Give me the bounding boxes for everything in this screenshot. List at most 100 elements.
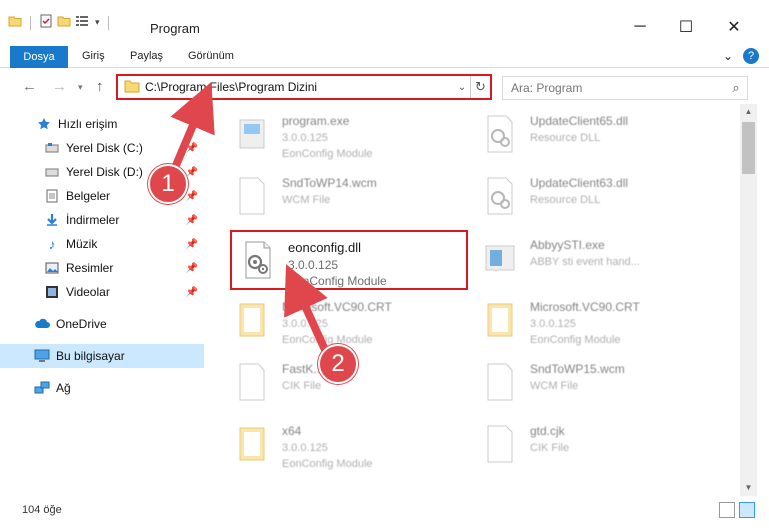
scroll-down-icon[interactable]: ▼	[740, 480, 757, 496]
back-arrow-icon[interactable]: ←	[22, 78, 37, 95]
title-bar: ▾ Program ─ ☐ ✕	[0, 0, 769, 42]
file-version: 3.0.0.125	[288, 258, 339, 272]
forward-arrow-icon[interactable]: →	[52, 78, 67, 95]
file-description: CIK File	[282, 380, 322, 392]
refresh-icon[interactable]: ↻	[470, 76, 490, 98]
file-item[interactable]: SndToWP15.wcm WCM File	[474, 354, 722, 414]
toolbar-separator	[107, 15, 109, 30]
download-icon	[44, 212, 60, 228]
dll-icon	[484, 176, 516, 216]
tab-home[interactable]: Giriş	[82, 44, 105, 68]
file-item[interactable]: Microsoft.VC90.CRT 3.0.0.125 EonConfig M…	[474, 292, 722, 352]
minimize-button[interactable]: ─	[617, 12, 663, 42]
star-icon	[36, 116, 52, 132]
generic-file-icon	[484, 424, 516, 464]
scrollbar-thumb[interactable]	[742, 122, 755, 174]
pin-icon[interactable]: 📌	[186, 215, 198, 226]
tab-view[interactable]: Görünüm	[188, 44, 234, 68]
search-input[interactable]	[503, 81, 725, 95]
generic-file-icon	[236, 176, 268, 216]
search-box[interactable]: ⌕	[502, 76, 748, 100]
manifest-icon	[484, 300, 516, 340]
file-item[interactable]: AbbyySTI.exe ABBY sti event hand...	[474, 230, 722, 290]
nav-item-disk-c[interactable]: Yerel Disk (C:) 📌	[0, 136, 204, 160]
details-view-icon[interactable]	[719, 502, 735, 518]
view-menu-icon[interactable]	[75, 14, 91, 31]
nav-item-this-pc[interactable]: Bu bilgisayar	[0, 344, 204, 368]
help-icon[interactable]: ?	[743, 48, 759, 64]
file-description: EonConfig Module	[288, 274, 387, 288]
navigation-bar: ← → ▾ ↑ C:\Program Files\Program Dizini …	[0, 72, 769, 102]
search-icon[interactable]: ⌕	[725, 80, 747, 96]
file-version: 3.0.0.125	[530, 318, 576, 330]
file-name: gtd.cjk	[530, 424, 565, 438]
pin-icon[interactable]: 📌	[186, 143, 198, 154]
nav-item-downloads[interactable]: İndirmeler 📌	[0, 208, 204, 232]
recent-locations-icon[interactable]: ▾	[78, 82, 83, 93]
nav-label: Hızlı erişim	[58, 117, 118, 131]
tab-file[interactable]: Dosya	[10, 46, 68, 68]
pin-icon[interactable]: 📌	[186, 263, 198, 274]
nav-item-music[interactable]: ♪ Müzik 📌	[0, 232, 204, 256]
file-description: EonConfig Module	[282, 148, 373, 160]
nav-label: Müzik	[66, 237, 98, 251]
dll-icon	[484, 114, 516, 154]
nav-item-onedrive[interactable]: OneDrive	[0, 312, 204, 336]
close-button[interactable]: ✕	[711, 12, 757, 42]
pin-icon[interactable]: 📌	[186, 239, 198, 250]
file-item[interactable]: program.exe 3.0.0.125 EonConfig Module	[226, 106, 474, 166]
scroll-up-icon[interactable]: ▲	[740, 104, 757, 120]
file-item[interactable]: x64 3.0.0.125 EonConfig Module	[226, 416, 474, 476]
address-path[interactable]: C:\Program Files\Program Dizini	[145, 80, 454, 94]
file-description: Resource DLL	[530, 194, 601, 206]
toolbar-separator	[30, 15, 31, 30]
nav-label: Yerel Disk (C:)	[66, 141, 143, 155]
exe-icon	[484, 238, 516, 278]
nav-item-network[interactable]: Ağ	[0, 376, 204, 400]
generic-file-icon	[236, 362, 268, 402]
tab-share[interactable]: Paylaş	[130, 44, 163, 68]
pin-icon[interactable]: 📌	[186, 191, 198, 202]
file-version: 3.0.0.125	[282, 442, 328, 454]
nav-item-videos[interactable]: Videolar 📌	[0, 280, 204, 304]
file-list: program.exe 3.0.0.125 EonConfig Module U…	[222, 104, 740, 496]
file-name: UpdateClient63.dll	[530, 176, 629, 190]
file-name: eonconfig.dll	[288, 240, 361, 255]
step-badge-1: 1	[148, 164, 188, 204]
pin-icon[interactable]: 📌	[186, 287, 198, 298]
address-bar[interactable]: C:\Program Files\Program Dizini ⌄ ↻	[116, 74, 492, 100]
file-description: EonConfig Module	[530, 334, 621, 346]
file-item[interactable]: SndToWP14.wcm WCM File	[226, 168, 474, 228]
file-description: EonConfig Module	[282, 334, 373, 346]
nav-label: Yerel Disk (D:)	[66, 165, 143, 179]
nav-label: Ağ	[56, 381, 71, 395]
item-count: 104 öğe	[22, 504, 62, 516]
nav-item-pictures[interactable]: Resimler 📌	[0, 256, 204, 280]
nav-quick-access[interactable]: Hızlı erişim	[0, 112, 204, 136]
customize-toolbar-icon[interactable]: ▾	[95, 17, 100, 28]
manifest-icon	[236, 424, 268, 464]
expand-ribbon-icon[interactable]: ⌄	[723, 49, 733, 63]
file-item[interactable]: UpdateClient65.dll Resource DLL	[474, 106, 722, 166]
file-name: Microsoft.VC90.CRT	[530, 300, 640, 314]
pin-icon[interactable]: 📌	[186, 167, 198, 178]
tiles-view-icon[interactable]	[739, 502, 755, 518]
new-folder-icon[interactable]	[57, 14, 71, 31]
file-item[interactable]: UpdateClient63.dll Resource DLL	[474, 168, 722, 228]
file-name: x64	[282, 424, 302, 438]
pictures-icon	[44, 260, 60, 276]
chevron-down-icon[interactable]: ⌄	[454, 82, 470, 93]
properties-icon[interactable]	[39, 14, 53, 31]
computer-icon	[34, 348, 50, 364]
maximize-button[interactable]: ☐	[663, 12, 709, 42]
file-description: CIK File	[530, 442, 570, 454]
nav-label: Belgeler	[66, 189, 111, 203]
file-name: Microsoft.VC90.CRT	[282, 300, 392, 314]
file-item-eonconfig[interactable]: eonconfig.dll 3.0.0.125 EonConfig Module	[230, 230, 468, 290]
vertical-scrollbar[interactable]: ▲ ▼	[740, 104, 757, 496]
file-item[interactable]: Microsoft.VC90.CRT 3.0.0.125 EonConfig M…	[226, 292, 474, 352]
file-item[interactable]: gtd.cjk CIK File	[474, 416, 722, 476]
nav-label: Videolar	[66, 285, 110, 299]
documents-icon	[44, 188, 60, 204]
up-arrow-icon[interactable]: ↑	[96, 78, 104, 95]
